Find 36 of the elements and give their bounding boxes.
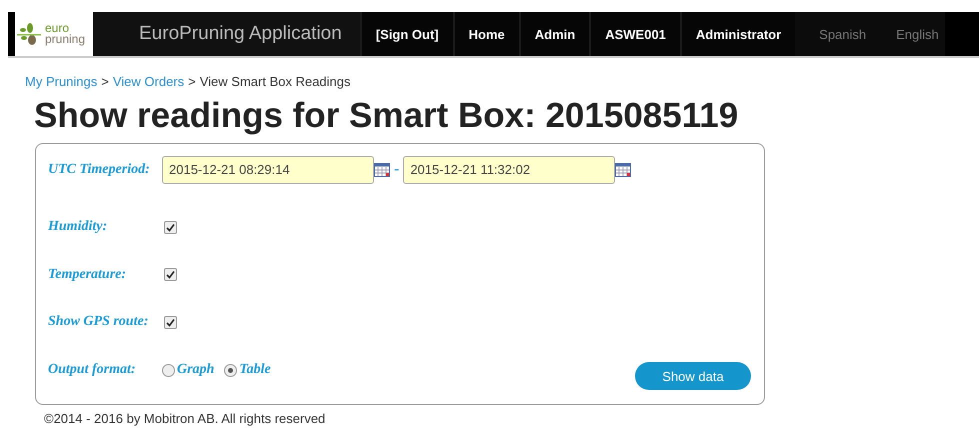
checkbox[interactable] — [164, 220, 177, 234]
nav-link[interactable]: Home — [452, 12, 519, 56]
field-label: Output format: — [48, 362, 137, 378]
breadcrumb-separator: > — [101, 74, 109, 89]
logo[interactable]: euro pruning — [15, 12, 93, 56]
radio-label[interactable]: Graph — [177, 362, 214, 378]
language-link[interactable]: Spanish — [795, 12, 872, 56]
breadcrumb-link[interactable]: My Prunings — [25, 74, 98, 89]
range-dash: - — [394, 160, 400, 179]
breadcrumb-current: View Smart Box Readings — [200, 74, 351, 89]
radio-button[interactable] — [162, 364, 175, 377]
nav-link[interactable]: ASWE001 — [589, 12, 680, 56]
date-field[interactable]: 2015-12-21 08:29:14 — [162, 156, 374, 184]
nav-link[interactable]: Admin — [518, 12, 590, 56]
logo-text: euro pruning — [45, 23, 86, 45]
nav-link[interactable]: Administrator — [680, 12, 796, 56]
field-label: Humidity: — [48, 219, 108, 235]
radio-label[interactable]: Table — [239, 362, 271, 378]
radio-button[interactable] — [224, 364, 238, 377]
language-link[interactable]: English — [872, 12, 945, 56]
breadcrumb-link[interactable]: View Orders — [112, 74, 184, 89]
field-label: UTC Timeperiod: — [48, 162, 151, 178]
calendar-icon[interactable] — [615, 162, 632, 177]
footer-text: ©2014 - 2016 by Mobitron AB. All rights reserved — [44, 411, 326, 426]
date-field[interactable]: 2015-12-21 11:32:02 — [403, 156, 616, 184]
field-label: Show GPS route: — [48, 314, 150, 330]
show-data-button[interactable]: Show data — [635, 362, 751, 390]
app-title: EuroPruning Application — [93, 12, 360, 56]
nav-link[interactable]: [Sign Out] — [360, 12, 453, 56]
calendar-icon[interactable] — [374, 162, 390, 177]
checkbox[interactable] — [164, 268, 177, 282]
checkbox[interactable] — [164, 316, 177, 329]
leaf-icon — [17, 21, 43, 47]
field-label: Temperature: — [48, 266, 128, 283]
breadcrumb-separator: > — [188, 74, 196, 89]
page-heading: Show readings for Smart Box: 2015085119 — [34, 95, 740, 137]
